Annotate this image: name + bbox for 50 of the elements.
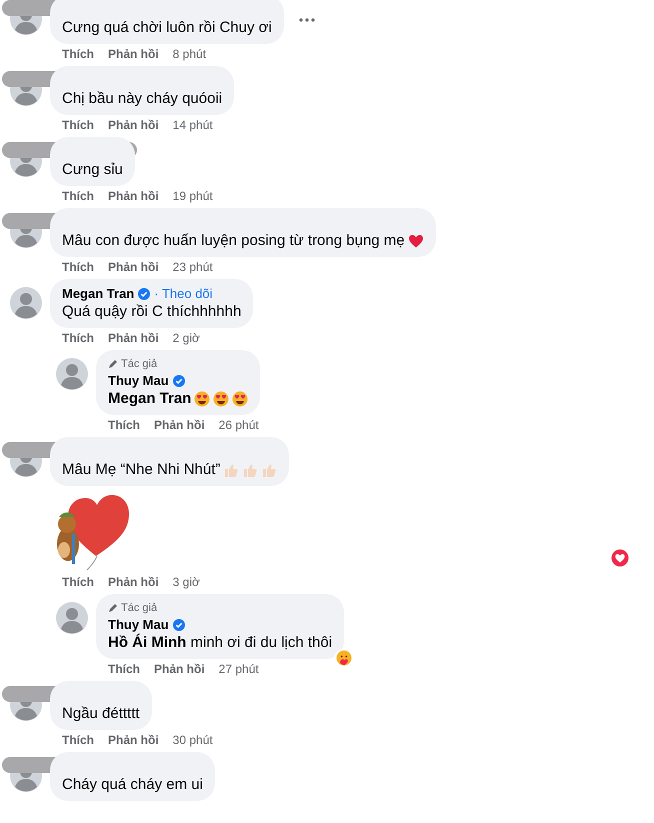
comment-time[interactable]: 23 phút bbox=[172, 259, 213, 275]
avatar-icon[interactable] bbox=[10, 287, 42, 319]
author-label: Tác giả bbox=[121, 357, 158, 371]
comment-text: Quá quậy rồi C thíchhhhhh bbox=[62, 302, 242, 322]
avatar-icon[interactable] bbox=[56, 602, 88, 634]
comment-time[interactable]: 27 phút bbox=[218, 661, 259, 677]
more-options-icon[interactable] bbox=[298, 16, 316, 22]
comment-time[interactable]: 19 phút bbox=[172, 188, 213, 204]
comment-action-link[interactable]: Phản hồi bbox=[108, 330, 159, 346]
comment-action-link[interactable]: Thích bbox=[62, 46, 94, 62]
comment-text: Hồ Ái Minh minh ơi đi du lịch thôi bbox=[108, 633, 332, 653]
comment-action-link[interactable]: Thích bbox=[108, 417, 140, 433]
avatar-icon[interactable] bbox=[56, 358, 88, 390]
pen-icon bbox=[108, 359, 118, 369]
comment-text: Chị bầu này cháy quóoii bbox=[62, 89, 222, 109]
comment-text: Mâu con được huấn luyện posing từ trong bụng mẹ bbox=[62, 231, 405, 251]
comment-text: Ngầu đéttttt bbox=[62, 704, 140, 724]
comment-text: Mâu Mẹ “Nhe Nhi Nhút” bbox=[62, 460, 220, 480]
commenter-name[interactable]: Megan Tran bbox=[62, 286, 134, 302]
comment-action-link[interactable]: Thích bbox=[62, 574, 94, 590]
comment-text: Megan Tran bbox=[108, 389, 192, 409]
comment-action-link[interactable]: Phản hồi bbox=[108, 574, 159, 590]
comment-text: Cưng sỉu bbox=[62, 160, 123, 180]
comment-action-link[interactable]: Phản hồi bbox=[108, 188, 159, 204]
comment-time[interactable]: 2 giờ bbox=[172, 330, 200, 346]
follow-link[interactable]: · Theo dõi bbox=[154, 286, 213, 302]
comment-text: Cháy quá cháy em ui bbox=[62, 775, 203, 795]
comment-action-link[interactable]: Thích bbox=[62, 732, 94, 748]
comment-time[interactable]: 26 phút bbox=[218, 417, 259, 433]
comment-text: Cưng quá chời luôn rồi Chuy ơi bbox=[62, 18, 272, 38]
comment-action-link[interactable]: Thích bbox=[62, 188, 94, 204]
comment-action-link[interactable]: Thích bbox=[62, 259, 94, 275]
comment-action-link[interactable]: Thích bbox=[108, 661, 140, 677]
comment-action-link[interactable]: Thích bbox=[62, 117, 94, 133]
comment-action-link[interactable]: Phản hồi bbox=[154, 661, 205, 677]
comment-time[interactable]: 30 phút bbox=[172, 732, 213, 748]
comment-time[interactable]: 3 giờ bbox=[172, 574, 200, 590]
comment-time[interactable]: 14 phút bbox=[172, 117, 213, 133]
comment-action-link[interactable]: Phản hồi bbox=[108, 259, 159, 275]
comment-action-link[interactable]: Thích bbox=[62, 330, 94, 346]
comment-action-link[interactable]: Phản hồi bbox=[108, 46, 159, 62]
commenter-name[interactable]: Thuy Mau bbox=[108, 373, 169, 389]
pen-icon bbox=[108, 603, 118, 613]
comment-action-link[interactable]: Phản hồi bbox=[108, 732, 159, 748]
author-label: Tác giả bbox=[121, 601, 158, 615]
comment-action-link[interactable]: Phản hồi bbox=[154, 417, 205, 433]
commenter-name[interactable]: Thuy Mau bbox=[108, 617, 169, 633]
love-reaction-icon[interactable] bbox=[610, 548, 630, 568]
comment-action-link[interactable]: Phản hồi bbox=[108, 117, 159, 133]
comment-time[interactable]: 8 phút bbox=[172, 46, 206, 62]
